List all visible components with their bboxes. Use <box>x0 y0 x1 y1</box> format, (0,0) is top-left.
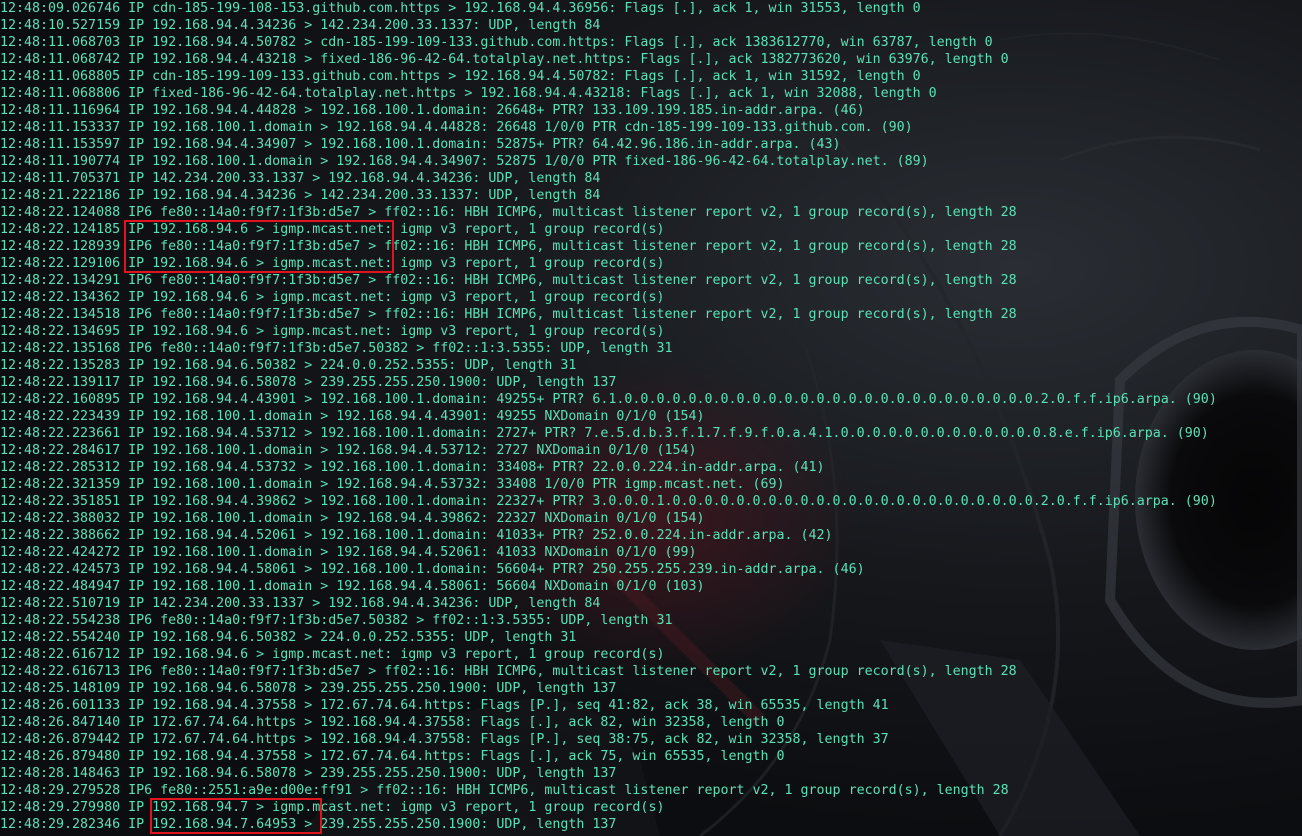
log-line: 12:48:29.279528 IP6 fe80::2551:a9e:d00e:… <box>0 783 1009 798</box>
log-line: 12:48:10.527159 IP 192.168.94.4.34236 > … <box>0 18 601 33</box>
log-line: 12:48:28.148463 IP 192.168.94.6.58078 > … <box>0 766 617 781</box>
log-line: 12:48:22.124185 IP 192.168.94.6 > igmp.m… <box>0 222 665 237</box>
log-line: 12:48:09.026746 IP cdn-185-199-108-153.g… <box>0 1 921 16</box>
log-line: 12:48:11.068742 IP 192.168.94.4.43218 > … <box>0 52 1009 67</box>
log-line: 12:48:11.190774 IP 192.168.100.1.domain … <box>0 154 929 169</box>
log-line: 12:48:11.068703 IP 192.168.94.4.50782 > … <box>0 35 993 50</box>
log-line: 12:48:26.601133 IP 192.168.94.4.37558 > … <box>0 698 889 713</box>
log-line: 12:48:22.388662 IP 192.168.94.4.52061 > … <box>0 528 833 543</box>
log-line: 12:48:11.068805 IP cdn-185-199-109-133.g… <box>0 69 921 84</box>
terminal-window[interactable]: 12:48:09.026746 IP cdn-185-199-108-153.g… <box>0 0 1302 836</box>
log-line: 12:48:11.705371 IP 142.234.200.33.1337 >… <box>0 171 601 186</box>
log-line: 12:48:22.510719 IP 142.234.200.33.1337 >… <box>0 596 601 611</box>
log-line: 12:48:22.134518 IP6 fe80::14a0:f9f7:1f3b… <box>0 307 1017 322</box>
log-line: 12:48:26.847140 IP 172.67.74.64.https > … <box>0 715 785 730</box>
log-line: 12:48:22.285312 IP 192.168.94.4.53732 > … <box>0 460 825 475</box>
log-line: 12:48:22.135168 IP6 fe80::14a0:f9f7:1f3b… <box>0 341 673 356</box>
log-line: 12:48:22.134362 IP 192.168.94.6 > igmp.m… <box>0 290 665 305</box>
log-line: 12:48:22.321359 IP 192.168.100.1.domain … <box>0 477 785 492</box>
log-line: 12:48:11.153337 IP 192.168.100.1.domain … <box>0 120 913 135</box>
log-line: 12:48:21.222186 IP 192.168.94.4.34236 > … <box>0 188 601 203</box>
log-line: 12:48:22.484947 IP 192.168.100.1.domain … <box>0 579 705 594</box>
log-line: 12:48:11.116964 IP 192.168.94.4.44828 > … <box>0 103 865 118</box>
tcpdump-output[interactable]: 12:48:09.026746 IP cdn-185-199-108-153.g… <box>0 0 1217 833</box>
log-line: 12:48:11.068806 IP fixed-186-96-42-64.to… <box>0 86 937 101</box>
log-line: 12:48:26.879480 IP 192.168.94.4.37558 > … <box>0 749 785 764</box>
log-line: 12:48:22.424573 IP 192.168.94.4.58061 > … <box>0 562 865 577</box>
log-line: 12:48:22.134291 IP6 fe80::14a0:f9f7:1f3b… <box>0 273 1017 288</box>
log-line: 12:48:25.148109 IP 192.168.94.6.58078 > … <box>0 681 617 696</box>
log-line: 12:48:22.388032 IP 192.168.100.1.domain … <box>0 511 705 526</box>
log-line: 12:48:29.282346 IP 192.168.94.7.64953 > … <box>0 817 617 832</box>
log-line: 12:48:22.616712 IP 192.168.94.6 > igmp.m… <box>0 647 665 662</box>
log-line: 12:48:22.351851 IP 192.168.94.4.39862 > … <box>0 494 1217 509</box>
log-line: 12:48:22.284617 IP 192.168.100.1.domain … <box>0 443 697 458</box>
log-line: 12:48:22.424272 IP 192.168.100.1.domain … <box>0 545 697 560</box>
log-line: 12:48:22.129106 IP 192.168.94.6 > igmp.m… <box>0 256 665 271</box>
log-line: 12:48:22.616713 IP6 fe80::14a0:f9f7:1f3b… <box>0 664 1017 679</box>
log-line: 12:48:22.124088 IP6 fe80::14a0:f9f7:1f3b… <box>0 205 1017 220</box>
log-line: 12:48:22.139117 IP 192.168.94.6.58078 > … <box>0 375 617 390</box>
log-line: 12:48:22.128939 IP6 fe80::14a0:f9f7:1f3b… <box>0 239 1017 254</box>
log-line: 12:48:11.153597 IP 192.168.94.4.34907 > … <box>0 137 841 152</box>
log-line: 12:48:22.160895 IP 192.168.94.4.43901 > … <box>0 392 1217 407</box>
log-line: 12:48:22.223439 IP 192.168.100.1.domain … <box>0 409 705 424</box>
log-line: 12:48:22.135283 IP 192.168.94.6.50382 > … <box>0 358 577 373</box>
log-line: 12:48:22.554238 IP6 fe80::14a0:f9f7:1f3b… <box>0 613 673 628</box>
log-line: 12:48:29.279980 IP 192.168.94.7 > igmp.m… <box>0 800 665 815</box>
log-line: 12:48:22.134695 IP 192.168.94.6 > igmp.m… <box>0 324 665 339</box>
log-line: 12:48:26.879442 IP 172.67.74.64.https > … <box>0 732 889 747</box>
log-line: 12:48:22.554240 IP 192.168.94.6.50382 > … <box>0 630 577 645</box>
log-line: 12:48:22.223661 IP 192.168.94.4.53712 > … <box>0 426 1209 441</box>
